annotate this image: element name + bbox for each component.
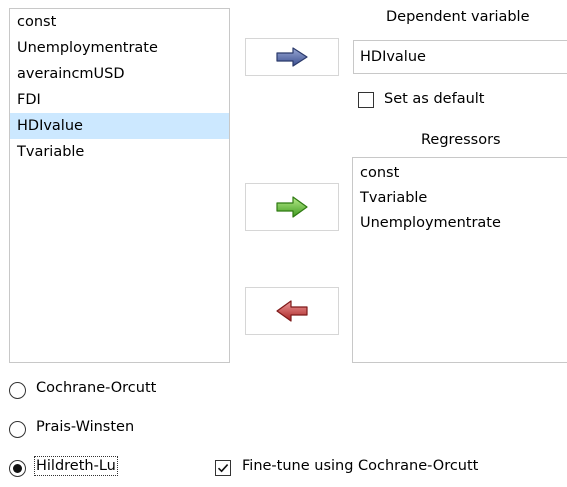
set-dependent-button[interactable] (245, 38, 339, 76)
fine-tune-label: Fine-tune using Cochrane-Orcutt (242, 458, 479, 474)
hildreth-lu-label: Hildreth-Lu (34, 456, 118, 476)
prais-winsten-radio[interactable] (9, 421, 26, 438)
regressors-heading: Regressors (421, 132, 501, 148)
remove-regressor-button[interactable] (245, 287, 339, 335)
variable-list[interactable]: const Unemploymentrate averaincmUSD FDI … (9, 8, 230, 363)
arrow-left-icon (276, 300, 308, 322)
list-item[interactable]: Tvariable (353, 186, 567, 211)
list-item[interactable]: FDI (10, 87, 229, 113)
list-item[interactable]: averaincmUSD (10, 61, 229, 87)
set-as-default-checkbox[interactable] (358, 92, 374, 108)
prais-winsten-label: Prais-Winsten (36, 419, 135, 435)
radio-selected-dot (13, 464, 22, 473)
arrow-right-icon (276, 196, 308, 218)
checkmark-icon (217, 464, 229, 473)
list-item[interactable]: const (10, 9, 229, 35)
list-item[interactable]: const (353, 161, 567, 186)
list-item-selected[interactable]: HDIvalue (10, 113, 229, 139)
list-item[interactable]: Unemploymentrate (353, 211, 567, 236)
hildreth-lu-radio[interactable] (9, 460, 26, 477)
list-item[interactable]: Unemploymentrate (10, 35, 229, 61)
set-as-default-label: Set as default (384, 91, 485, 107)
list-item[interactable]: Tvariable (10, 139, 229, 165)
dependent-variable-field[interactable]: HDIvalue (353, 40, 567, 74)
regressors-list[interactable]: const Tvariable Unemploymentrate (352, 157, 567, 363)
add-regressor-button[interactable] (245, 183, 339, 231)
dependent-variable-heading: Dependent variable (386, 9, 530, 25)
cochrane-orcutt-label: Cochrane-Orcutt (36, 380, 157, 396)
arrow-right-icon (276, 47, 308, 67)
cochrane-orcutt-radio[interactable] (9, 382, 26, 399)
fine-tune-checkbox[interactable] (215, 460, 231, 476)
